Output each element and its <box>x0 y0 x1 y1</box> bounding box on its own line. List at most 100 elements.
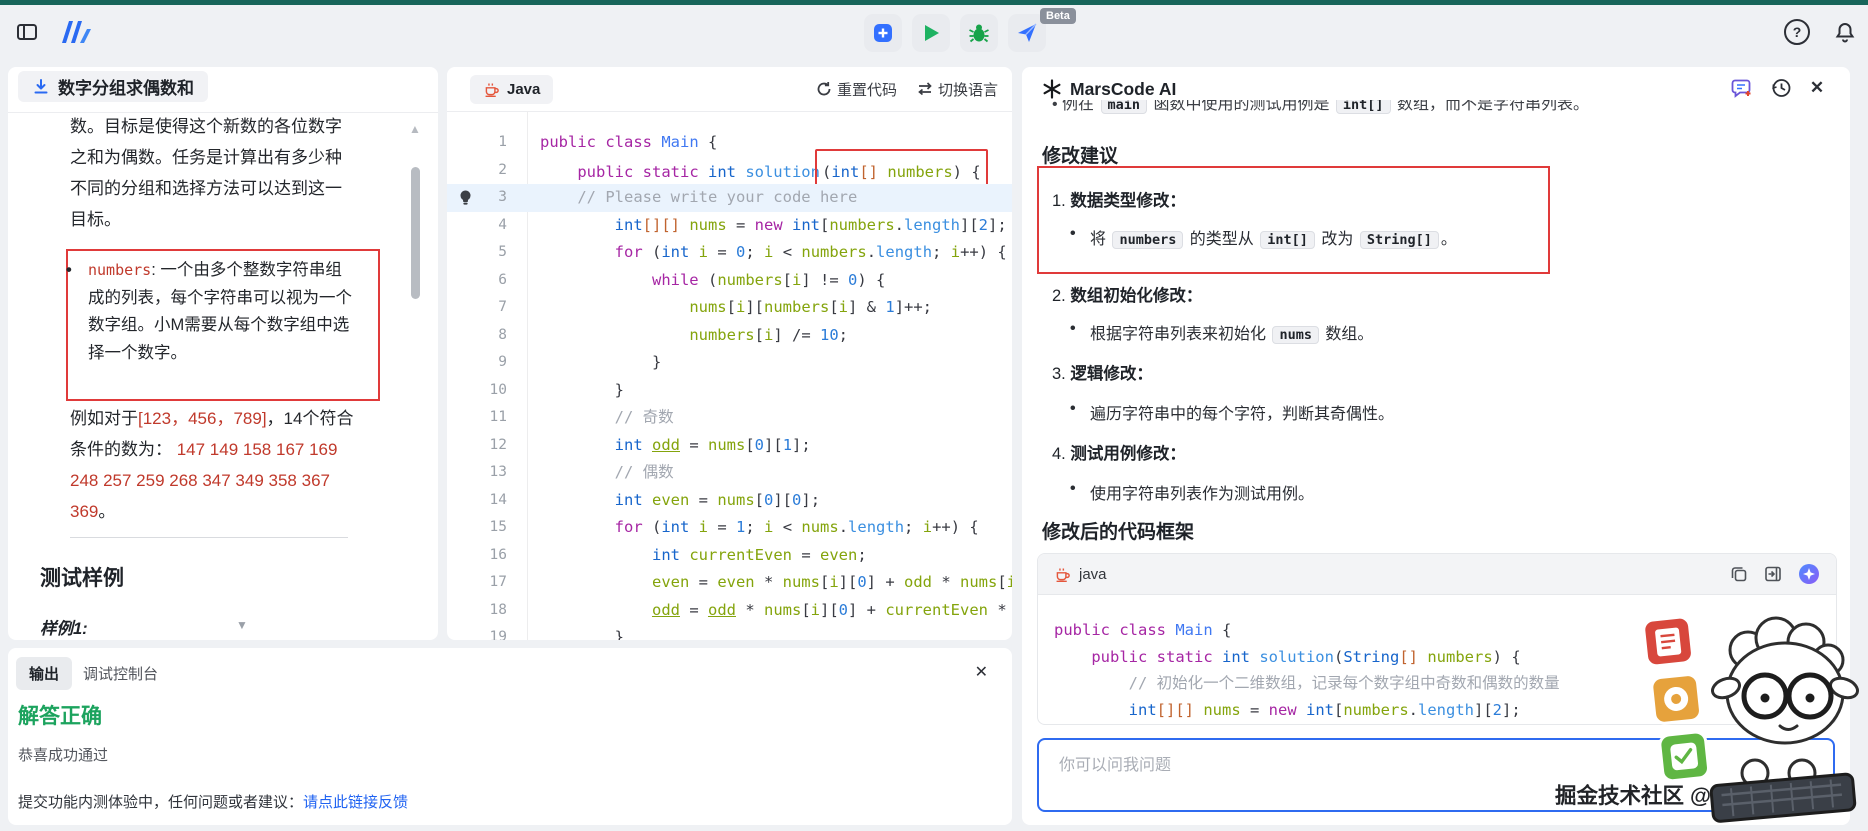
play-icon <box>920 22 942 44</box>
sample-1-label: 样例1: <box>40 615 88 639</box>
sidebar-toggle-icon[interactable] <box>15 20 39 44</box>
add-testcase-button[interactable] <box>864 14 902 52</box>
beta-badge: Beta <box>1040 8 1076 24</box>
problem-scrollbar[interactable] <box>411 167 420 299</box>
example-suffix: 。 <box>98 502 115 521</box>
line-number: 17 <box>447 569 507 597</box>
code-line: 18 odd = odd * nums[i][0] + currentEven … <box>447 597 1012 625</box>
debug-button[interactable] <box>960 14 998 52</box>
marscode-sparkle-icon <box>1042 79 1062 99</box>
console-panel: 输出 调试控制台 ✕ 解答正确 恭喜成功通过 提交功能内测体验中，任何问题或者建… <box>8 648 1012 825</box>
line-number: 10 <box>447 377 507 405</box>
clipped-previous-line: • 例在 main 函数中使用的测试用例是 int[] 数组，而不是字符串列表。 <box>1052 100 1832 117</box>
line-number: 4 <box>447 212 507 240</box>
ai-code-lang-label: java <box>1079 566 1107 583</box>
example-array: [123，456，789] <box>138 409 267 428</box>
code-line: 4 int[][] nums = new int[numbers.length]… <box>447 212 1012 240</box>
annotation-red-box-suggestion <box>1037 166 1550 274</box>
suggestion-bullet-4: •使用字符串列表作为测试用例。 <box>1090 480 1314 504</box>
tab-java-label: Java <box>507 81 540 98</box>
ai-chat-input[interactable] <box>1057 756 1776 776</box>
problem-header: 数字分组求偶数和 <box>8 67 438 113</box>
suggestion-item-1: 1. 数据类型修改： <box>1052 187 1186 211</box>
help-icon[interactable]: ? <box>1784 19 1810 45</box>
code-line: 17 even = even * nums[i][0] + odd * nums… <box>447 569 1012 597</box>
line-number: 11 <box>447 404 507 432</box>
notifications-bell-icon[interactable] <box>1832 19 1858 45</box>
problem-title-pill: 数字分组求偶数和 <box>18 71 208 102</box>
console-close-icon[interactable]: ✕ <box>975 662 988 682</box>
marscode-ai-panel: MarsCode AI ✕ • 例在 main 函数中使用的测试用例是 int[… <box>1022 67 1850 825</box>
switch-language-button[interactable]: 切换语言 <box>917 79 998 100</box>
line-number: 2 <box>447 157 507 185</box>
line-number: 9 <box>447 349 507 377</box>
line-number: 5 <box>447 239 507 267</box>
line-number: 14 <box>447 487 507 515</box>
ai-code-block-header: java <box>1038 554 1836 595</box>
app-window: Beta ? 数字分组求偶数和 数。目标是使得这个新数的各位数字之和为偶数。任务… <box>0 0 1868 831</box>
line-number: 8 <box>447 322 507 350</box>
line-number: 6 <box>447 267 507 295</box>
scrollbar-up-arrow-icon[interactable]: ▲ <box>409 122 421 136</box>
problem-paragraph: 数。目标是使得这个新数的各位数字之和为偶数。任务是计算出有多少种不同的分组和选择… <box>70 111 358 235</box>
reset-code-button[interactable]: 重置代码 <box>816 79 897 100</box>
java-cup-icon <box>483 81 500 98</box>
ai-code-block: java public class Main { public static i… <box>1037 553 1837 725</box>
scroll-down-hint-icon[interactable]: ▼ <box>236 618 248 632</box>
param-name-code: numbers <box>88 261 151 279</box>
code-frame-heading: 修改后的代码框架 <box>1042 517 1194 544</box>
run-button[interactable] <box>912 14 950 52</box>
ai-panel-title: MarsCode AI <box>1070 79 1176 100</box>
marscode-logo[interactable] <box>58 17 94 47</box>
code-line: 3 // Please write your code here <box>447 184 1012 212</box>
suggestion-bullet-2: •根据字符串列表来初始化 nums 数组。 <box>1090 320 1373 344</box>
example-prefix: 例如对于 <box>70 409 138 428</box>
result-status: 解答正确 <box>18 700 102 730</box>
ai-panel-close-icon[interactable]: ✕ <box>1805 76 1829 100</box>
refresh-icon <box>816 81 832 97</box>
code-line: 6 while (numbers[i] != 0) { <box>447 267 1012 295</box>
copy-icon[interactable] <box>1730 565 1748 583</box>
feedback-line: 提交功能内测体验中，任何问题或者建议：请点此链接反馈 <box>18 791 408 812</box>
code-line: 19 } <box>447 624 1012 640</box>
suggestion-item-2: 2. 数组初始化修改： <box>1052 282 1202 306</box>
watermark-text: 掘金技术社区 @ 抱糖果多 <box>1555 779 1803 810</box>
paper-plane-icon <box>1015 21 1039 45</box>
code-line: 13 // 偶数 <box>447 459 1012 487</box>
result-subtext: 恭喜成功通过 <box>18 744 108 765</box>
code-line: 12 int odd = nums[0][1]; <box>447 432 1012 460</box>
tab-java[interactable]: Java <box>470 75 553 104</box>
download-arrow-icon[interactable] <box>32 78 50 96</box>
code-line: 2 public static int solution(int[] numbe… <box>447 157 1012 185</box>
history-icon[interactable] <box>1769 76 1793 100</box>
new-chat-icon[interactable] <box>1730 76 1754 100</box>
suggestions-heading: 修改建议 <box>1042 141 1118 168</box>
ai-code-area: public class Main { public static int so… <box>1038 595 1836 723</box>
bug-icon <box>968 22 990 44</box>
code-line: 8 numbers[i] /= 10; <box>447 322 1012 350</box>
suggestion-item-4: 4. 测试用例修改： <box>1052 440 1186 464</box>
code-line: int[][] nums = new int[numbers.length][2… <box>1054 697 1820 724</box>
swap-arrows-icon <box>917 81 933 97</box>
tab-debug-console[interactable]: 调试控制台 <box>83 663 158 684</box>
line-number: 19 <box>447 624 507 640</box>
example-paragraph: 例如对于[123，456，789]，14个符合条件的数为： 147 149 15… <box>70 403 362 527</box>
ai-apply-sparkle-icon[interactable] <box>1798 563 1820 585</box>
switch-language-label: 切换语言 <box>938 79 998 100</box>
code-line: 10 } <box>447 377 1012 405</box>
suggestion-bullet-3: •遍历字符串中的每个字符，判断其奇偶性。 <box>1090 400 1394 424</box>
feedback-prefix: 提交功能内测体验中，任何问题或者建议： <box>18 794 303 811</box>
suggestion-item-3: 3. 逻辑修改： <box>1052 360 1153 384</box>
section-divider <box>70 537 348 538</box>
problem-description-panel: 数字分组求偶数和 数。目标是使得这个新数的各位数字之和为偶数。任务是计算出有多少… <box>8 67 438 640</box>
code-area[interactable]: 1public class Main {2 public static int … <box>447 111 1012 640</box>
reset-code-label: 重置代码 <box>837 79 897 100</box>
test-samples-heading: 测试样例 <box>40 562 124 592</box>
tab-output[interactable]: 输出 <box>16 657 72 690</box>
feedback-link[interactable]: 请点此链接反馈 <box>303 794 408 811</box>
suggestion-bullet-1: •将 numbers 的类型从 int[] 改为 String[]。 <box>1090 225 1457 249</box>
code-editor-panel: Java 重置代码 切换语言 1public class Main {2 pub… <box>447 67 1012 640</box>
insert-code-icon[interactable] <box>1764 565 1782 583</box>
bullet-dot: • <box>66 257 72 285</box>
code-line: public class Main { <box>1054 617 1820 644</box>
